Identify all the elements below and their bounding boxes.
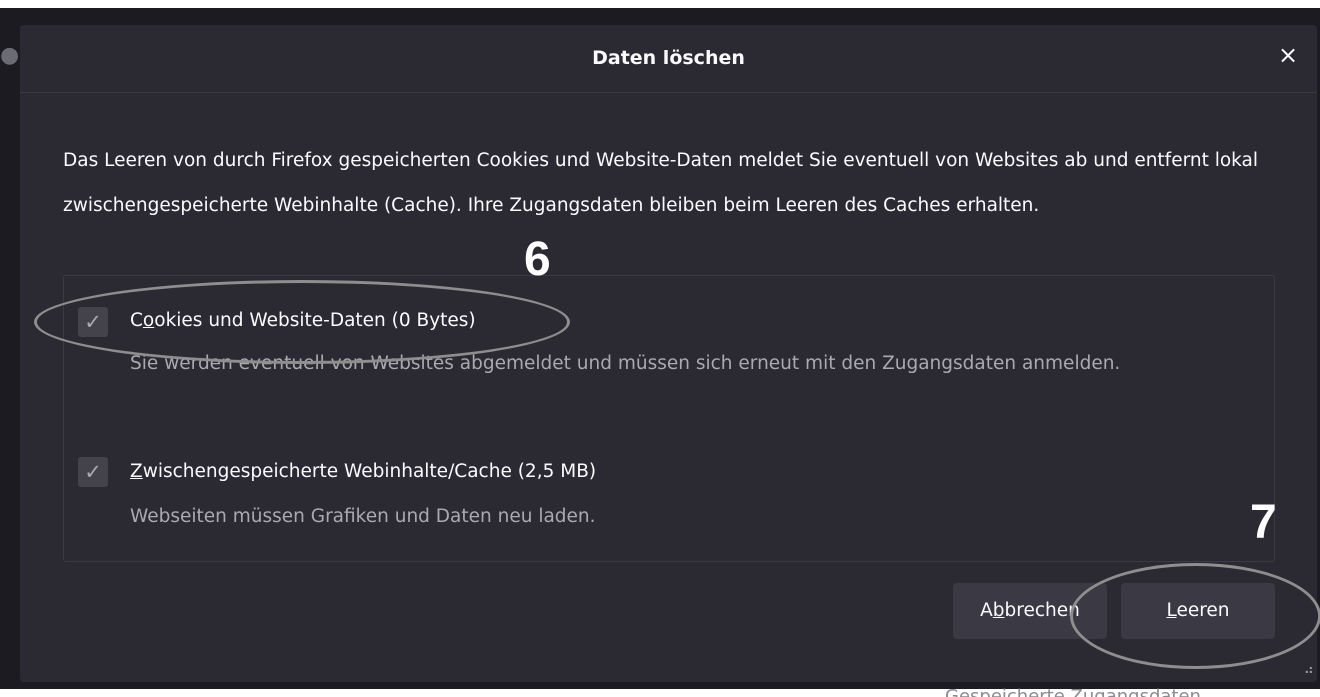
resize-grip-icon[interactable]: ⠴ xyxy=(1304,662,1314,678)
close-icon[interactable]: × xyxy=(1273,40,1303,70)
dialog-description: Das Leeren von durch Firefox gespeichert… xyxy=(63,150,1259,216)
checkmark-icon: ✓ xyxy=(84,460,102,484)
dialog-title: Daten löschen xyxy=(592,47,745,69)
annotation-step-7: 7 xyxy=(1250,496,1277,549)
background-fragment: ● xyxy=(0,43,20,68)
cache-checkbox[interactable]: ✓ xyxy=(78,457,108,487)
cache-option-description: Webseiten müssen Grafiken und Daten neu … xyxy=(130,506,596,527)
background-status-text: Gespeicherte Zugangsdaten xyxy=(945,686,1201,697)
dialog-titlebar: Daten löschen × xyxy=(20,25,1317,93)
annotation-ellipse-clear xyxy=(1070,563,1320,669)
cache-option-label[interactable]: Zwischengespeicherte Webinhalte/Cache (2… xyxy=(130,461,596,482)
annotation-step-6: 6 xyxy=(524,233,551,286)
annotation-ellipse-cookies xyxy=(34,280,570,364)
